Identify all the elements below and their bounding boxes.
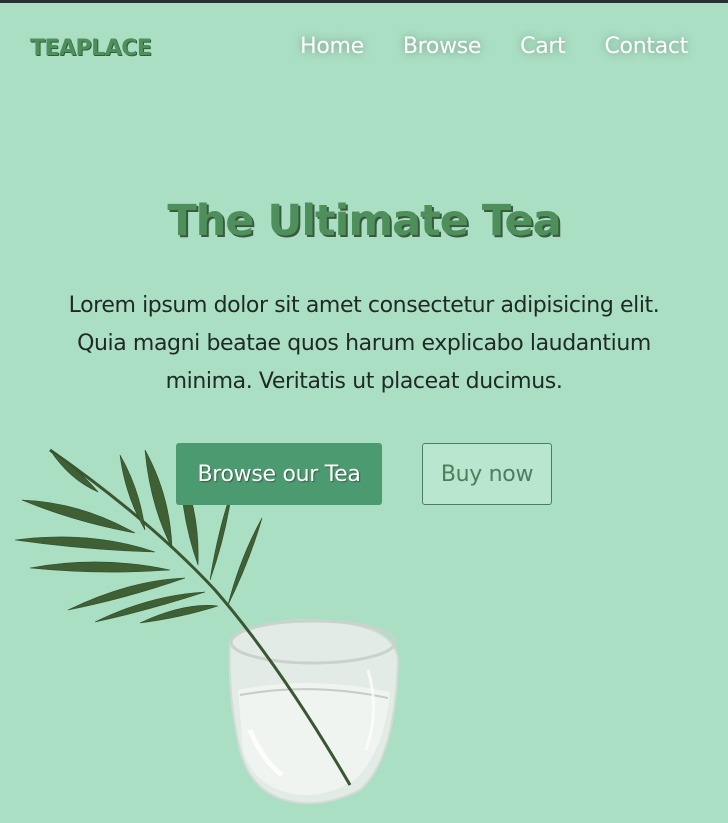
nav-link-cart[interactable]: Cart xyxy=(520,34,566,59)
glass-icon xyxy=(228,618,400,805)
buy-now-button[interactable]: Buy now xyxy=(422,443,552,505)
main-nav: Home Browse Cart Contact xyxy=(300,34,688,59)
hero-title: The Ultimate Tea xyxy=(167,196,561,246)
browse-tea-button[interactable]: Browse our Tea xyxy=(176,443,382,505)
nav-link-home[interactable]: Home xyxy=(300,34,364,59)
nav-link-contact[interactable]: Contact xyxy=(605,34,689,59)
hero-description: Lorem ipsum dolor sit amet consectetur a… xyxy=(68,293,660,394)
site-logo[interactable]: TEAPLACE xyxy=(30,36,152,61)
nav-link-browse[interactable]: Browse xyxy=(403,34,482,59)
window-top-bar xyxy=(0,0,728,3)
